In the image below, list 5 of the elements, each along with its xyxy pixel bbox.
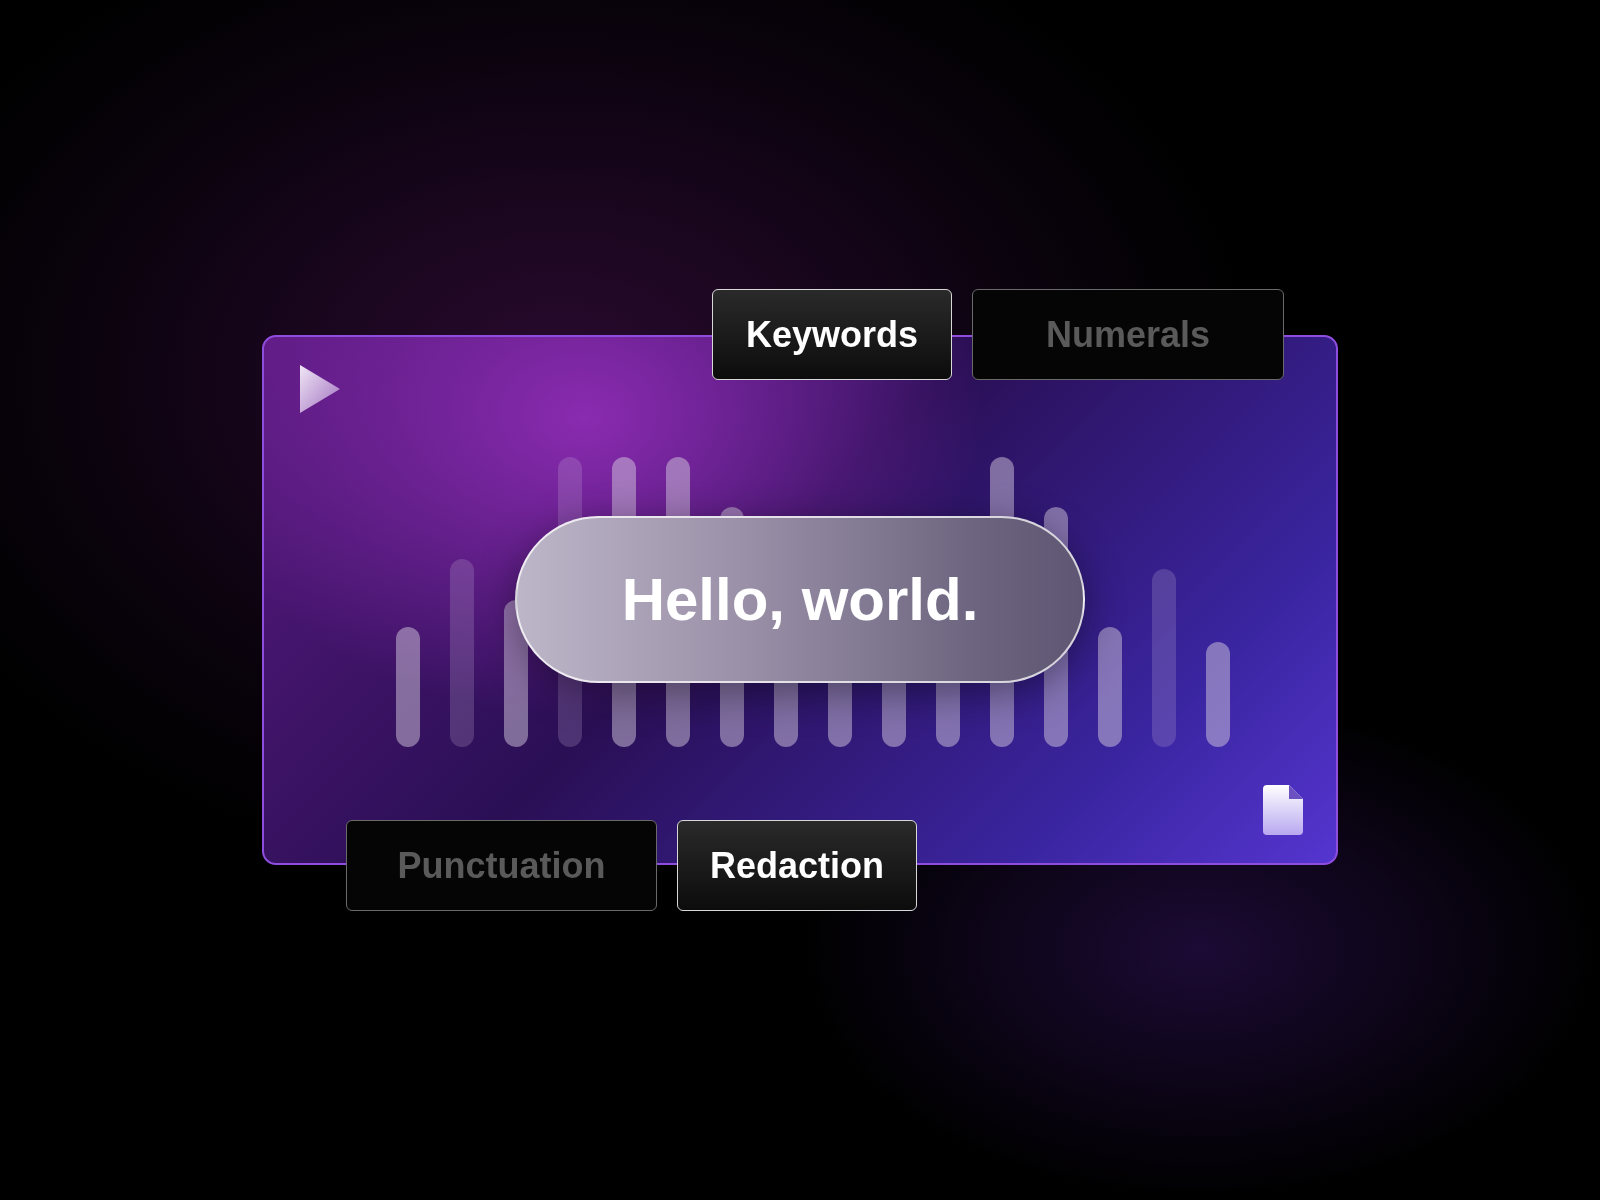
tag-chip[interactable]: Keywords: [712, 289, 952, 380]
tag-chip[interactable]: Redaction: [677, 820, 917, 911]
caption-text: Hello, world.: [515, 516, 1085, 683]
document-icon: [1263, 785, 1303, 835]
play-icon: [298, 363, 342, 415]
